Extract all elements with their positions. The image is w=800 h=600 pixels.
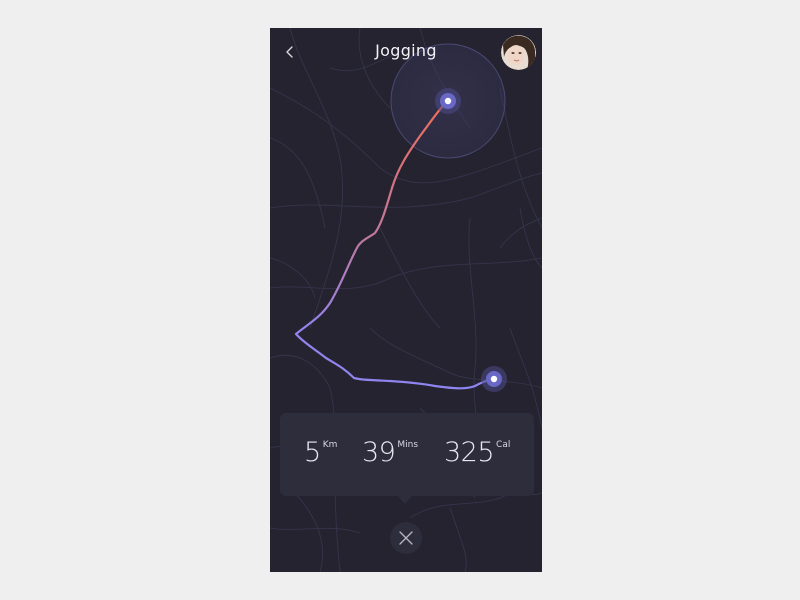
calories-unit: Cal bbox=[496, 440, 511, 450]
close-button[interactable] bbox=[390, 522, 422, 554]
distance-unit: Km bbox=[322, 440, 338, 450]
close-icon bbox=[399, 531, 413, 545]
distance-value: 5 bbox=[304, 437, 321, 468]
phone-screen: Jogging 5 Km 39 Mins 325 Cal bbox=[270, 28, 542, 572]
duration-stat: 39 Mins bbox=[362, 437, 418, 468]
duration-unit: Mins bbox=[397, 440, 419, 450]
distance-stat: 5 Km bbox=[304, 437, 337, 468]
stats-card-pointer bbox=[397, 495, 413, 504]
stats-card: 5 Km 39 Mins 325 Cal bbox=[280, 413, 534, 496]
start-marker[interactable] bbox=[435, 88, 461, 114]
avatar[interactable] bbox=[501, 35, 536, 70]
calories-stat: 325 Cal bbox=[444, 437, 510, 468]
header: Jogging bbox=[270, 28, 542, 76]
current-location-marker[interactable] bbox=[481, 366, 507, 392]
user-photo bbox=[501, 35, 536, 70]
calories-value: 325 bbox=[444, 437, 495, 468]
duration-value: 39 bbox=[362, 437, 396, 468]
